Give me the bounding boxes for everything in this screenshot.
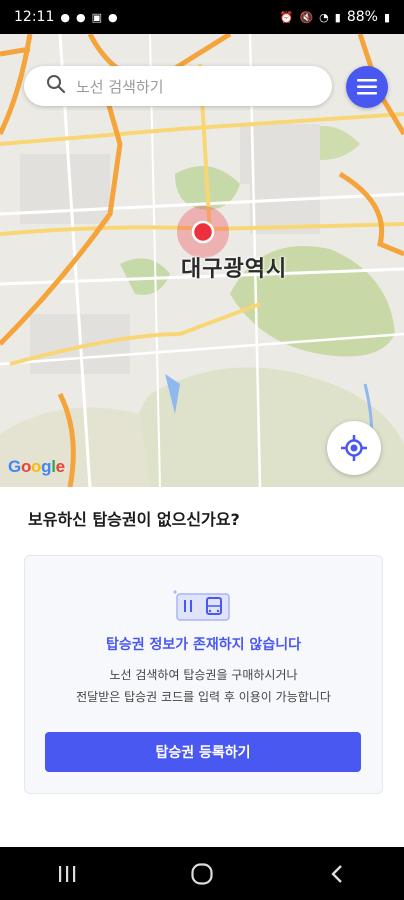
alarm-icon: ⏰ <box>279 10 294 24</box>
home-icon <box>191 862 213 885</box>
hamburger-icon <box>357 79 377 95</box>
card-desc-line-2: 전달받은 탑승권 코드를 입력 후 이용이 가능합니다 <box>76 690 331 704</box>
signal-icon: ▮ <box>334 10 341 24</box>
gallery-icon: ▣ <box>91 10 102 24</box>
bottom-sheet: 보유하신 탑승권이 없으신가요? 탑승권 정보가 존재하지 않습니다 노선 검색… <box>0 487 404 847</box>
wifi-icon: ◔ <box>319 10 329 24</box>
search-placeholder: 노선 검색하기 <box>76 77 164 96</box>
location-marker <box>191 220 215 244</box>
back-button[interactable] <box>307 854 367 894</box>
messenger-icon: ● <box>75 10 86 24</box>
back-icon <box>330 864 342 883</box>
card-title: 탑승권 정보가 존재하지 않습니다 <box>106 637 301 653</box>
mute-icon: 🔇 <box>299 10 314 24</box>
search-icon <box>46 74 66 98</box>
system-nav-bar <box>0 847 404 900</box>
home-button[interactable] <box>172 854 232 894</box>
pin-icon: ● <box>107 10 118 24</box>
register-ticket-button[interactable]: 탑승권 등록하기 <box>45 732 361 772</box>
card-desc-line-1: 노선 검색하여 탑승권을 구매하시거나 <box>109 668 298 682</box>
sheet-title: 보유하신 탑승권이 없으신가요? <box>28 510 240 529</box>
battery-icon: ▮ <box>383 10 390 24</box>
route-search-bar[interactable]: 노선 검색하기 <box>24 66 332 106</box>
crosshair-icon <box>341 435 367 461</box>
chat-icon: ● <box>60 10 70 24</box>
ticket-bus-icon <box>171 580 235 626</box>
battery-percent: 88% <box>346 9 378 25</box>
status-bar: 12:11 ● ● ▣ ● ⏰ 🔇 ◔ ▮ 88% ▮ <box>0 0 404 34</box>
status-time: 12:11 <box>14 9 55 25</box>
google-logo: Google <box>8 457 65 476</box>
my-location-button[interactable] <box>327 421 381 475</box>
menu-button[interactable] <box>346 66 388 108</box>
card-description: 노선 검색하여 탑승권을 구매하시거나 전달받은 탑승권 코드를 입력 후 이용… <box>25 664 382 708</box>
recent-apps-button[interactable] <box>37 854 97 894</box>
recent-apps-icon <box>59 865 76 882</box>
map-city-label: 대구광역시 <box>181 257 288 282</box>
empty-ticket-card: 탑승권 정보가 존재하지 않습니다 노선 검색하여 탑승권을 구매하시거나 전달… <box>24 555 383 794</box>
